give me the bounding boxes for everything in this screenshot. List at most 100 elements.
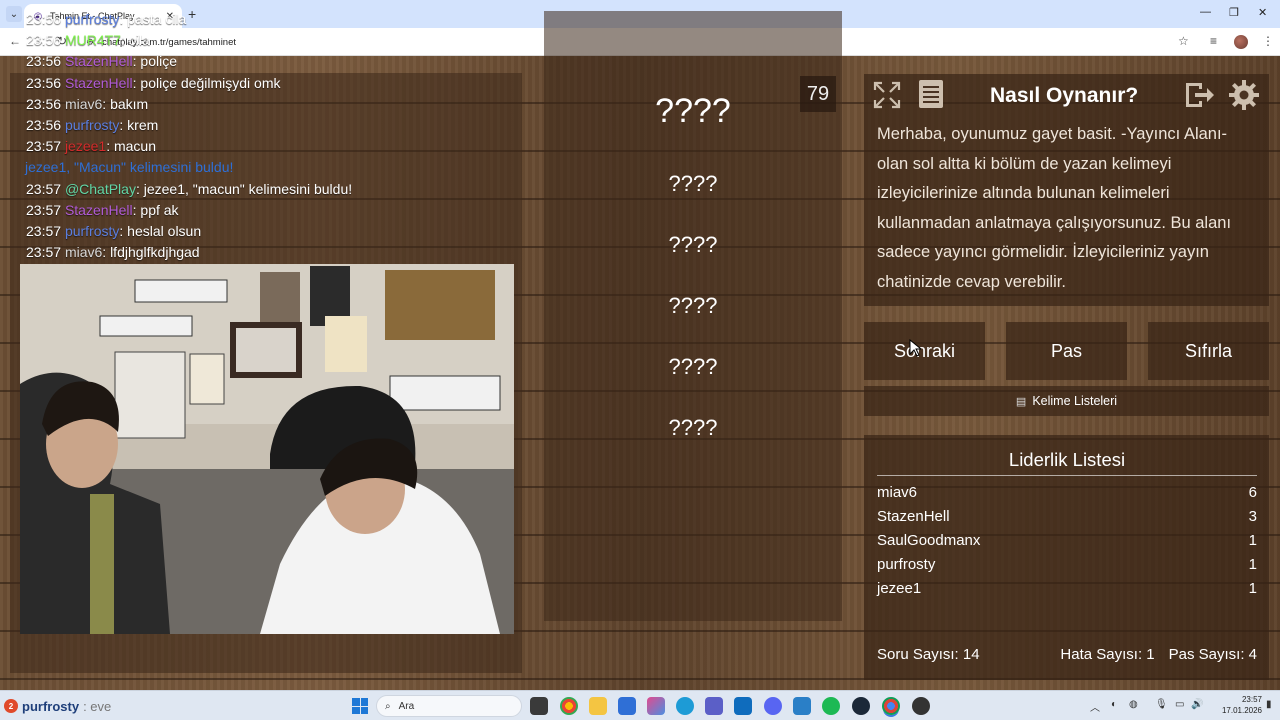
leaderboard-title: Liderlik Listesi (877, 449, 1257, 476)
game-stats: Soru Sayısı: 14 Hata Sayısı: 1 Pas Sayıs… (877, 646, 1257, 663)
how-to-play-title: Nasıl Oynanır? (990, 84, 1139, 107)
menu-kebab-icon[interactable]: ⋮ (1262, 34, 1274, 48)
player-score: 3 (1248, 508, 1257, 525)
widget-message: : eve (83, 698, 112, 714)
forbidden-word: ???? (668, 232, 718, 257)
chat-username[interactable]: miav6 (65, 96, 102, 112)
how-to-play-text: Merhaba, oyunumuz gayet basit. -Yayıncı … (877, 125, 1232, 291)
notifications-icon[interactable]: ▮ (1266, 699, 1272, 710)
chat-username[interactable]: purfrosty (65, 117, 119, 133)
chat-message: 23:56 purfrosty: pasta cila (26, 9, 526, 30)
start-button[interactable] (352, 698, 368, 714)
forbidden-word: ???? (668, 171, 718, 196)
chat-username[interactable]: purfrosty (65, 11, 119, 27)
chat-username[interactable]: MUR4T7 (65, 32, 121, 48)
player-name: miav6 (877, 484, 918, 501)
logout-icon[interactable] (1182, 78, 1216, 112)
player-name: SaulGoodmanx (877, 532, 981, 549)
settings-gear-icon[interactable] (1227, 78, 1261, 112)
player-name: jezee1 (877, 580, 922, 597)
mouse-cursor-icon (909, 339, 921, 357)
system-clock[interactable]: 23:57 17.01.2026 (1212, 694, 1262, 716)
chat-text: : heslal olsun (119, 223, 202, 240)
chat-timestamp: 23:57 (26, 201, 62, 218)
notes-icon[interactable] (914, 77, 948, 111)
target-word: ???? (655, 92, 731, 130)
bookmark-star-icon[interactable]: ☆ (1178, 34, 1189, 48)
player-name: StazenHell (877, 508, 950, 525)
pass-button[interactable]: Pas (1006, 322, 1127, 380)
forbidden-word: ???? (668, 354, 718, 379)
tray-app-icon[interactable]: ◐ (1111, 699, 1117, 710)
chat-username[interactable]: purfrosty (65, 223, 119, 239)
show-hidden-icons-icon[interactable]: ︿ (1090, 699, 1100, 714)
chat-timestamp: 23:56 (26, 74, 62, 91)
chat-username[interactable]: @ChatPlay (65, 181, 136, 197)
leaderboard-row: miav6 6 (877, 484, 1257, 501)
player-name: purfrosty (877, 556, 936, 573)
player-score: 6 (1248, 484, 1257, 501)
chrome-active-icon[interactable] (882, 697, 900, 715)
chat-message: 23:57 purfrosty: heslal olsun (26, 221, 526, 242)
chat-text: : ppf ak (132, 201, 179, 218)
volume-icon[interactable]: 🔊 (1191, 699, 1203, 710)
edge-icon[interactable] (676, 697, 694, 715)
network-icon[interactable]: ▭ (1175, 699, 1184, 710)
reset-button[interactable]: Sıfırla (1148, 322, 1269, 380)
chat-message: 23:57 @ChatPlay: jezee1, "macun" kelimes… (26, 179, 526, 200)
webcam-image (20, 264, 514, 634)
chat-timestamp: 23:56 (26, 32, 62, 49)
chat-message: 23:57 miav6: lfdjhglfkdjhgad (26, 242, 526, 263)
chat-username[interactable]: StazenHell (65, 75, 133, 91)
chat-text: : poliçe değilmişydi omk (132, 74, 281, 91)
chat-timestamp: 23:57 (26, 180, 62, 197)
question-count: Soru Sayısı: 14 (877, 646, 980, 663)
file-explorer-icon[interactable] (589, 697, 607, 715)
store-icon[interactable] (618, 697, 636, 715)
steam-icon[interactable] (852, 697, 870, 715)
tab-search-icon[interactable]: ⌄ (6, 6, 22, 22)
chat-username[interactable]: jezee1 (65, 138, 106, 154)
forbidden-word: ???? (668, 293, 718, 318)
remote-desktop-icon[interactable] (793, 697, 811, 715)
discord-icon[interactable] (764, 697, 782, 715)
teams-icon[interactable] (705, 697, 723, 715)
back-icon[interactable]: ← (9, 34, 21, 48)
chat-timestamp: 23:56 (26, 95, 62, 112)
spotify-icon[interactable] (822, 697, 840, 715)
chat-timestamp: 23:56 (26, 11, 62, 27)
taskbar-chat-widget[interactable]: 2 purfrosty : eve (4, 693, 164, 719)
task-view-icon[interactable] (530, 697, 548, 715)
chat-timestamp: 23:56 (26, 53, 62, 70)
tray-steam-icon[interactable]: ◍ (1129, 699, 1138, 710)
chat-message: 23:56 MUR4T7: cila (26, 30, 526, 51)
chat-text: : krem (119, 117, 159, 134)
microphone-icon[interactable]: 🎙 (1155, 699, 1168, 710)
media-controls-icon[interactable]: ≡ (1210, 34, 1217, 48)
next-button[interactable]: Sonraki (864, 322, 985, 380)
chat-text: : lfdjhglfkdjhgad (102, 244, 200, 261)
chat-username[interactable]: StazenHell (65, 202, 133, 218)
leaderboard-row: StazenHell 3 (877, 508, 1257, 525)
search-icon: ⌕ (385, 700, 391, 712)
chat-username[interactable]: StazenHell (65, 53, 133, 69)
leaderboard-row: purfrosty 1 (877, 556, 1257, 573)
pass-count: Pas Sayısı: 4 (1168, 646, 1257, 663)
outlook-icon[interactable] (734, 697, 752, 715)
chat-timestamp: 23:57 (26, 244, 62, 261)
fullscreen-icon[interactable] (870, 78, 904, 112)
chat-message: 23:57 jezee1: macun (26, 136, 526, 157)
chat-username[interactable]: miav6 (65, 244, 102, 260)
profile-avatar[interactable] (1234, 35, 1248, 49)
restore-icon[interactable]: ❐ (1229, 6, 1239, 19)
chrome-icon[interactable] (560, 697, 578, 715)
chat-text: : macun (106, 138, 157, 155)
minimize-icon[interactable]: — (1200, 6, 1211, 18)
word-lists-button[interactable]: ▤ Kelime Listeleri (864, 386, 1269, 416)
taskbar-search[interactable]: ⌕ Ara (376, 695, 522, 717)
close-window-icon[interactable]: ✕ (1258, 6, 1267, 19)
obs-icon[interactable] (912, 697, 930, 715)
chat-timestamp: 23:56 (26, 117, 62, 134)
copilot-icon[interactable] (647, 697, 665, 715)
chat-text: : cila (120, 32, 150, 49)
